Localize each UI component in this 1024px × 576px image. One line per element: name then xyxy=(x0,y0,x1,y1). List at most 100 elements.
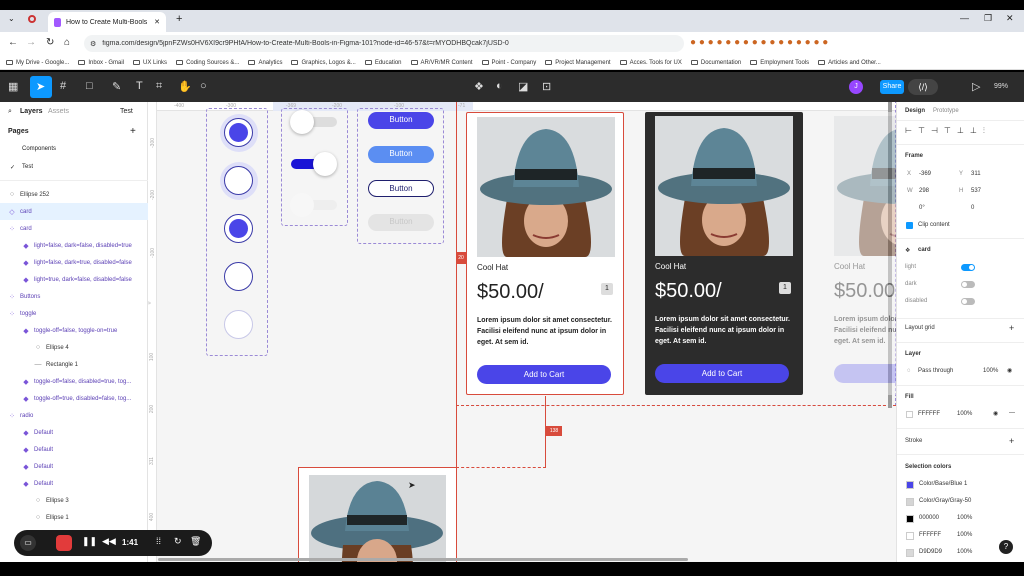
bookmark-item[interactable]: AR/VR/MR Content xyxy=(410,60,473,66)
layer-row[interactable]: ◆ toggle-off=false, toggle-on=true xyxy=(0,322,148,339)
layer-opacity[interactable]: 100% xyxy=(983,368,998,374)
reload-icon[interactable]: ↻ xyxy=(46,37,54,48)
color-swatch[interactable] xyxy=(906,481,914,489)
prop-toggle[interactable] xyxy=(961,281,975,288)
layer-row[interactable]: ◆ toggle-off=false, disabled=true, tog... xyxy=(0,373,148,390)
avatar[interactable]: J xyxy=(849,80,863,94)
bookmark-item[interactable]: Employment Tools xyxy=(750,60,809,66)
layer-row[interactable]: ⁘ toggle xyxy=(0,305,148,322)
delete-icon[interactable]: 🗑 xyxy=(190,536,201,547)
new-tab-icon[interactable]: + xyxy=(176,13,182,25)
record-tab-icon[interactable] xyxy=(28,15,36,23)
blend-mode-select[interactable]: Pass through xyxy=(918,368,953,374)
stroke-heading[interactable]: Stroke xyxy=(905,438,922,444)
page-select[interactable]: Test xyxy=(120,108,133,115)
mask-icon[interactable]: ◐ xyxy=(496,80,503,92)
layer-row[interactable]: ○ Ellipse 4 xyxy=(0,339,148,356)
frame-tool-icon[interactable]: # xyxy=(60,80,66,92)
color-label[interactable]: FFFFFF xyxy=(919,532,941,538)
bookmark-item[interactable]: Articles and Other... xyxy=(818,60,881,66)
fill-opacity[interactable]: 100% xyxy=(957,411,972,417)
layer-row[interactable]: ⁘ Buttons xyxy=(0,288,148,305)
alignment-icons[interactable]: ⊢⊤⊣⊤⊥⊥⫶ xyxy=(905,126,991,136)
color-label[interactable]: Color/Gray/Gray-50 xyxy=(919,498,971,504)
button-hover[interactable]: Button xyxy=(368,146,434,163)
close-tab-icon[interactable]: ✕ xyxy=(154,18,160,26)
layer-row[interactable]: ◆ toggle-off=true, disabled=false, tog... xyxy=(0,390,148,407)
product-card-dark[interactable]: Cool Hat $50.00/1 Lorem ipsum dolor sit am… xyxy=(645,112,803,395)
layer-row[interactable]: ◆ Default xyxy=(0,424,148,441)
tab-layers[interactable]: Layers xyxy=(20,108,43,115)
tab-design[interactable]: Design xyxy=(905,108,925,114)
fill-swatch[interactable] xyxy=(906,411,913,418)
bookmark-item[interactable]: Documentation xyxy=(690,60,741,66)
zoom-level[interactable]: 99% xyxy=(994,83,1008,90)
active-tab[interactable]: How to Create Multi-Bools in F ✕ xyxy=(48,12,166,32)
button-primary[interactable]: Button xyxy=(368,112,434,129)
layer-row[interactable]: ◇ card xyxy=(0,203,148,220)
resources-icon[interactable]: ⌗ xyxy=(156,80,162,93)
extension-icons[interactable]: ● ● ● ● ● ● ● ● ● ● ● ● ● ● ● ● xyxy=(690,37,828,48)
stop-record-button[interactable] xyxy=(56,535,72,551)
bookmark-item[interactable]: Education xyxy=(364,60,402,66)
button-outline[interactable]: Button xyxy=(368,180,434,197)
boolean-icon[interactable]: ◪ xyxy=(518,80,528,93)
remove-fill-icon[interactable]: — xyxy=(1009,410,1015,416)
toggle-knob-disabled[interactable] xyxy=(290,193,314,217)
fill-visibility-icon[interactable]: ◉ xyxy=(993,410,998,417)
bookmark-item[interactable]: Inbox - Gmail xyxy=(78,60,124,66)
component-name[interactable]: card xyxy=(918,247,931,253)
maximize-icon[interactable]: ❐ xyxy=(984,13,992,24)
add-page-icon[interactable]: + xyxy=(130,126,136,137)
text-tool-icon[interactable]: T xyxy=(136,80,143,92)
product-card-disabled[interactable]: Cool Hat$50.001Lorem ipsum dolor sit ame… xyxy=(824,112,896,395)
layer-row[interactable]: — Rectangle 1 xyxy=(0,356,148,373)
w-field[interactable]: 298 xyxy=(919,188,929,194)
bookmark-item[interactable]: Analytics xyxy=(248,60,282,66)
product-card-light[interactable]: Cool Hat $50.00/1 Lorem ipsum dolor sit am… xyxy=(466,112,624,395)
prop-toggle[interactable] xyxy=(961,264,975,271)
back-icon[interactable]: ← xyxy=(8,37,18,48)
layer-row[interactable]: ◆ Default xyxy=(0,458,148,475)
radio-disabled[interactable] xyxy=(224,310,253,339)
button-disabled[interactable]: Button xyxy=(368,214,434,231)
add-layout-grid-icon[interactable]: + xyxy=(1009,323,1014,333)
rotation-field[interactable]: 0° xyxy=(919,205,925,211)
forward-icon[interactable]: → xyxy=(26,37,36,48)
layer-row[interactable]: ◆ Default xyxy=(0,441,148,458)
fill-hex[interactable]: FFFFFF xyxy=(918,411,940,417)
layer-row[interactable]: ◆ light=true, dark=false, disabled=false xyxy=(0,271,148,288)
bookmark-item[interactable]: Acces. Tools for UX xyxy=(619,60,682,66)
card-qty-badge[interactable]: 1 xyxy=(779,282,791,294)
pen-tool-icon[interactable]: ✎ xyxy=(112,80,121,93)
tab-assets[interactable]: Assets xyxy=(48,108,69,115)
canvas-scrollbar-h[interactable] xyxy=(158,558,688,561)
visibility-icon[interactable]: ◉ xyxy=(1007,367,1012,374)
color-opacity[interactable]: 100% xyxy=(957,515,972,521)
color-swatch[interactable] xyxy=(906,532,914,540)
tab-menu-icon[interactable]: ⌄ xyxy=(8,14,15,23)
card-instance-selected[interactable] xyxy=(298,467,457,562)
minimize-icon[interactable]: — xyxy=(960,13,969,23)
layer-row[interactable]: ○ Ellipse 252 xyxy=(0,186,148,203)
add-to-cart-button[interactable]: Add to Cart xyxy=(477,365,611,384)
prop-toggle[interactable] xyxy=(961,298,975,305)
canvas[interactable]: -400-300-369-200-100-71 -300-200-1000100… xyxy=(148,102,896,562)
radio-unselected[interactable] xyxy=(224,262,253,291)
toggle-knob[interactable] xyxy=(313,152,337,176)
crop-icon[interactable]: ⊡ xyxy=(542,80,551,93)
hand-tool-icon[interactable]: ✋ xyxy=(178,80,192,93)
card-qty-badge[interactable]: 1 xyxy=(601,283,613,295)
component-icon[interactable]: ❖ xyxy=(474,80,484,93)
tab-prototype[interactable]: Prototype xyxy=(933,108,959,114)
bookmark-item[interactable]: Coding Sources &... xyxy=(176,60,239,66)
bookmark-item[interactable]: My Drive - Google... xyxy=(6,60,69,66)
color-swatch[interactable] xyxy=(906,515,914,523)
site-info-icon[interactable]: ⚙ xyxy=(90,40,96,48)
present-icon[interactable]: ▷ xyxy=(972,80,980,93)
layout-grid-heading[interactable]: Layout grid xyxy=(905,325,935,331)
url-text[interactable]: figma.com/design/5jpnFZWs0HV6XI9cr9PHfA/… xyxy=(102,40,509,47)
bookmark-item[interactable]: Point - Company xyxy=(481,60,536,66)
frame-heading[interactable]: Frame xyxy=(905,153,923,159)
comment-tool-icon[interactable]: ○ xyxy=(200,80,207,92)
